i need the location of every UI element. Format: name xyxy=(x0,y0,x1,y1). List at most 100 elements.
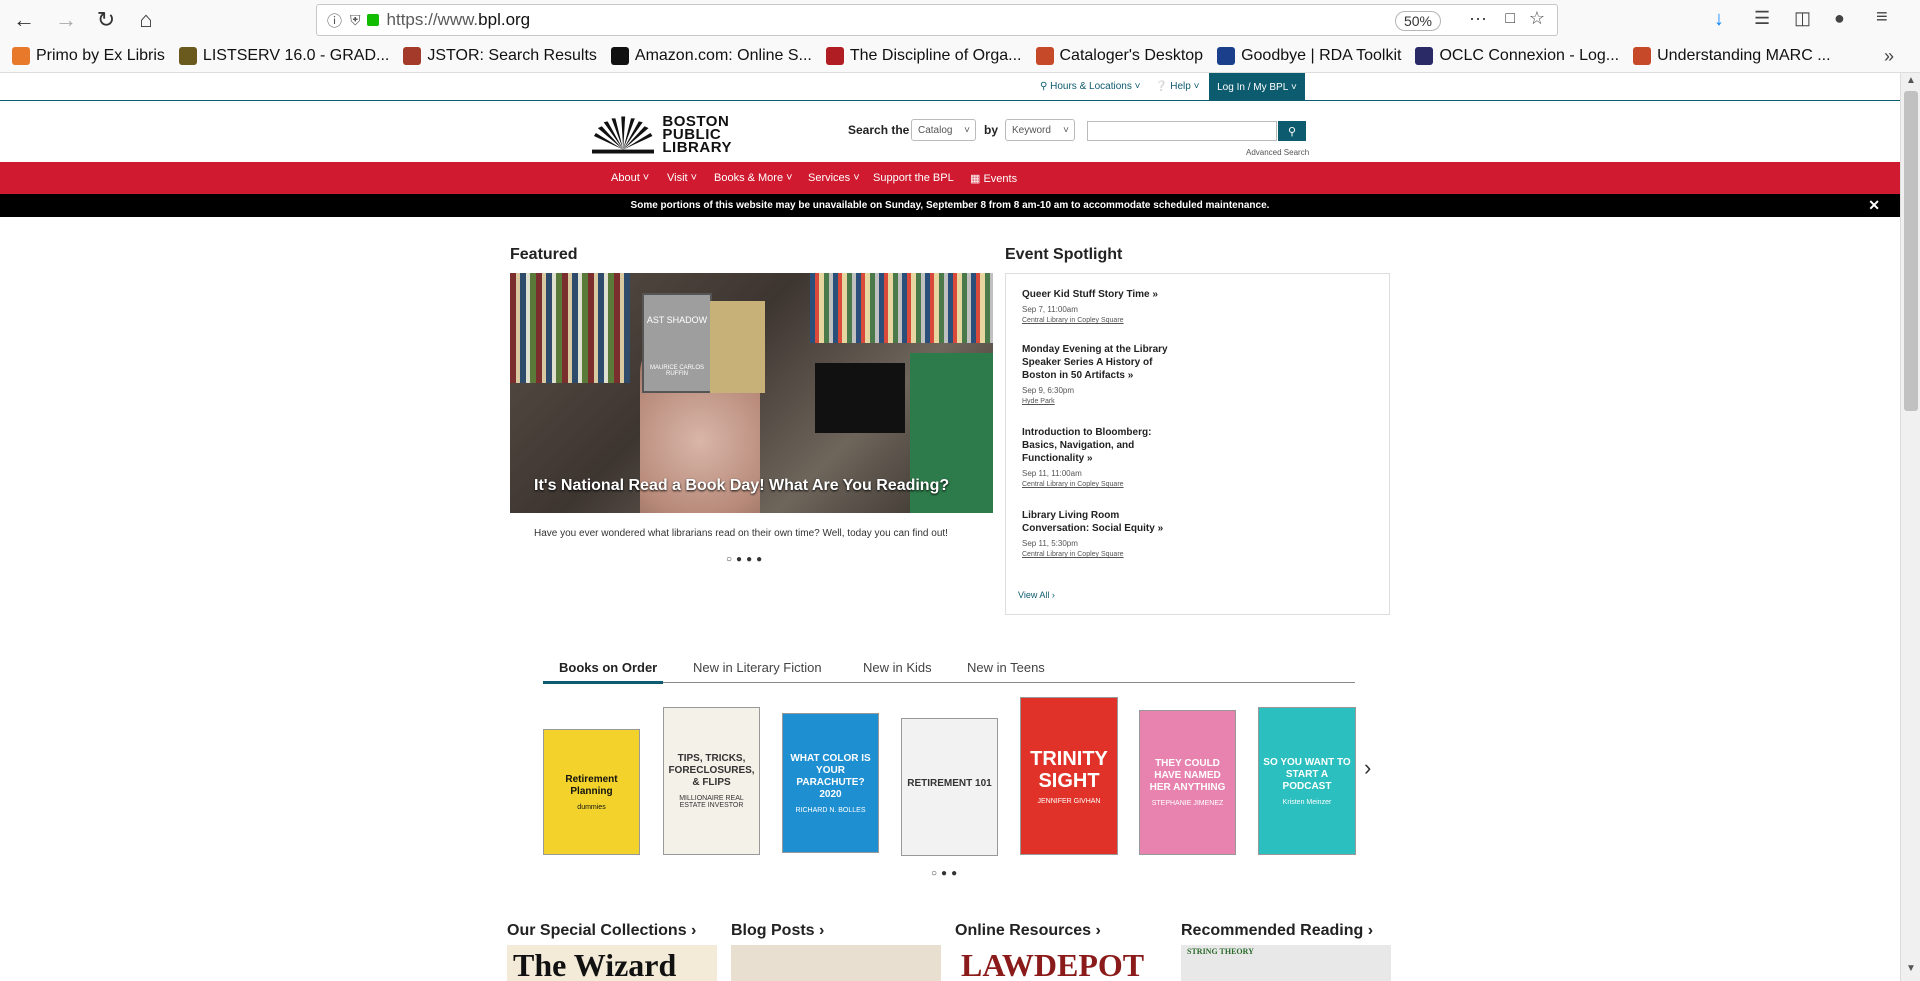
bookmark-item[interactable]: Cataloger's Desktop xyxy=(1035,47,1203,65)
books-carousel-dots[interactable]: ○●● xyxy=(931,868,961,879)
bottom-section-image[interactable] xyxy=(731,945,941,981)
tab-new-in-kids[interactable]: New in Kids xyxy=(863,660,932,675)
monitor xyxy=(815,363,905,433)
url-text[interactable]: https://www.bpl.org xyxy=(387,10,531,30)
bottom-section-heading[interactable]: Online Resources › xyxy=(955,922,1101,940)
featured-carousel-dots[interactable]: ○●●● xyxy=(726,554,766,565)
event-spotlight-box: Queer Kid Stuff Story Time » Sep 7, 11:0… xyxy=(1005,273,1390,615)
more-actions-icon[interactable]: ⋯ xyxy=(1469,9,1487,30)
nav-events[interactable]: ▦ Events xyxy=(970,172,1017,185)
event-location-link[interactable]: Central Library in Copley Square xyxy=(1022,481,1182,488)
shield-icon[interactable]: ⛨ xyxy=(350,12,361,29)
event-location-link[interactable]: Hyde Park xyxy=(1022,398,1182,405)
book-cover[interactable]: TRINITY SIGHT JENNIFER GIVHAN xyxy=(1020,697,1118,855)
bottom-section-heading[interactable]: Recommended Reading › xyxy=(1181,922,1373,940)
bottom-image-text: The Wizard xyxy=(513,947,677,981)
book-title: TIPS, TRICKS, FORECLOSURES, & FLIPS xyxy=(668,753,755,788)
bookmark-item[interactable]: Understanding MARC ... xyxy=(1633,47,1831,65)
event-location-link[interactable]: Central Library in Copley Square xyxy=(1022,551,1182,558)
scroll-thumb[interactable] xyxy=(1904,91,1918,411)
calendar-icon: ▦ xyxy=(970,173,981,185)
scroll-up-icon[interactable]: ▲ xyxy=(1901,75,1920,91)
search-input[interactable] xyxy=(1087,121,1277,141)
sidebar-icon[interactable]: ◫ xyxy=(1794,8,1811,29)
held-book-2 xyxy=(710,301,765,393)
bookmark-star-icon[interactable]: ☆ xyxy=(1529,8,1545,29)
account-icon[interactable]: ● xyxy=(1834,8,1845,29)
bpl-logo[interactable]: BOSTON PUBLIC LIBRARY xyxy=(592,111,732,157)
book-cover[interactable]: TIPS, TRICKS, FORECLOSURES, & FLIPS MILLI… xyxy=(663,707,760,855)
event-item[interactable]: Monday Evening at the Library Speaker Se… xyxy=(1022,343,1182,405)
featured-caption[interactable]: It's National Read a Book Day! What Are … xyxy=(534,477,949,495)
login-button[interactable]: Log In / My BPL ˅ xyxy=(1209,73,1305,101)
scroll-down-icon[interactable]: ▼ xyxy=(1901,963,1920,979)
forward-icon[interactable]: → xyxy=(48,2,84,38)
bookmark-item[interactable]: JSTOR: Search Results xyxy=(403,47,597,65)
bookshelf-image xyxy=(510,273,630,383)
back-icon[interactable]: ← xyxy=(6,2,42,38)
bookmark-item[interactable]: Primo by Ex Libris xyxy=(12,47,165,65)
book-cover[interactable]: THEY COULD HAVE NAMED HER ANYTHING STEPHA… xyxy=(1139,710,1236,855)
bookmark-item[interactable]: OCLC Connexion - Log... xyxy=(1415,47,1619,65)
nav-books-more[interactable]: Books & More ˅ xyxy=(714,172,793,184)
book-title: WHAT COLOR IS YOUR PARACHUTE? 2020 xyxy=(790,752,871,800)
bookmark-item[interactable]: LISTSERV 16.0 - GRAD... xyxy=(178,47,389,65)
bookmark-item[interactable]: Goodbye | RDA Toolkit xyxy=(1217,47,1401,65)
info-icon[interactable]: ⓘ xyxy=(327,10,342,31)
event-item[interactable]: Queer Kid Stuff Story Time » Sep 7, 11:0… xyxy=(1022,288,1182,324)
book-cover[interactable]: WHAT COLOR IS YOUR PARACHUTE? 2020 RICHAR… xyxy=(782,713,879,853)
bottom-image-text: STRING THEORY xyxy=(1187,947,1254,956)
book-cover[interactable]: RETIREMENT 101 xyxy=(901,718,998,856)
logo-text: BOSTON PUBLIC LIBRARY xyxy=(662,112,732,156)
tab-books-on-order[interactable]: Books on Order xyxy=(559,660,657,675)
bookmark-item[interactable]: The Discipline of Orga... xyxy=(825,47,1022,65)
help-link[interactable]: ❔ Help ˅ xyxy=(1155,81,1199,92)
active-tab-indicator xyxy=(543,681,663,684)
nav-about[interactable]: About ˅ xyxy=(611,172,649,184)
zoom-level[interactable]: 50% xyxy=(1394,11,1441,31)
url-bar[interactable]: ⓘ ⛨ https://www.bpl.org 50% ⋯ □ ☆ xyxy=(316,4,1558,36)
bookmarks-overflow-icon[interactable]: » xyxy=(1884,46,1894,67)
search-button[interactable]: ⚲ xyxy=(1278,121,1306,141)
lock-icon[interactable] xyxy=(366,14,379,26)
favicon-icon xyxy=(1217,47,1236,65)
page-scrollbar[interactable]: ▲ ▼ xyxy=(1900,73,1920,981)
chevron-right-icon[interactable]: › xyxy=(1364,755,1371,781)
bookmark-item[interactable]: Amazon.com: Online S... xyxy=(610,47,812,65)
nav-visit[interactable]: Visit ˅ xyxy=(667,172,697,184)
hours-locations-link[interactable]: ⚲ Hours & Locations ˅ xyxy=(1040,81,1140,92)
download-icon[interactable]: ↓ xyxy=(1714,8,1724,31)
book-title: SO YOU WANT TO START A PODCAST xyxy=(1263,756,1351,792)
favicon-icon xyxy=(12,47,30,65)
event-spotlight-heading: Event Spotlight xyxy=(1005,246,1123,263)
close-icon[interactable]: ✕ xyxy=(1868,197,1880,214)
tab-new-in-teens[interactable]: New in Teens xyxy=(967,660,1045,675)
event-location-link[interactable]: Central Library in Copley Square xyxy=(1022,317,1182,324)
book-subtitle: Kristen Meinzer xyxy=(1282,798,1332,806)
menu-icon[interactable]: ≡ xyxy=(1876,6,1888,29)
advanced-search-link[interactable]: Advanced Search xyxy=(1246,148,1309,157)
bottom-section-heading[interactable]: Our Special Collections › xyxy=(507,922,696,940)
tab-new-literary-fiction[interactable]: New in Literary Fiction xyxy=(693,660,822,675)
nav-support[interactable]: Support the BPL xyxy=(873,172,954,184)
reload-icon[interactable]: ↻ xyxy=(88,2,124,38)
featured-image[interactable]: AST SHADOW MAURICE CARLOS RUFFIN It's Na… xyxy=(510,273,993,513)
pocket-icon[interactable]: □ xyxy=(1505,10,1515,28)
keyword-select[interactable]: Keyword ˅ xyxy=(1005,119,1075,141)
library-icon[interactable]: ☰ xyxy=(1754,8,1770,29)
bottom-section-image[interactable]: The Wizard xyxy=(507,945,717,981)
event-item[interactable]: Introduction to Bloomberg: Basics, Navig… xyxy=(1022,426,1182,488)
book-cover[interactable]: Retirement Planning dummies xyxy=(543,729,640,855)
nav-services[interactable]: Services ˅ xyxy=(808,172,860,184)
favicon-icon xyxy=(178,47,197,65)
browser-toolbar: ← → ↻ ⌂ ⓘ ⛨ https://www.bpl.org 50% ⋯ □ … xyxy=(0,0,1920,40)
catalog-select[interactable]: Catalog ˅ xyxy=(911,119,976,141)
bottom-section-image[interactable]: STRING THEORY xyxy=(1181,945,1391,981)
bookmark-label: Primo by Ex Libris xyxy=(36,47,165,64)
event-item[interactable]: Library Living Room Conversation: Social… xyxy=(1022,509,1182,558)
bottom-section-image[interactable]: LAWDEPOT xyxy=(955,945,1165,981)
bottom-section-heading[interactable]: Blog Posts › xyxy=(731,922,824,940)
book-cover[interactable]: SO YOU WANT TO START A PODCAST Kristen Me… xyxy=(1258,707,1356,855)
home-icon[interactable]: ⌂ xyxy=(128,2,164,38)
view-all-events-link[interactable]: View All › xyxy=(1018,590,1055,600)
